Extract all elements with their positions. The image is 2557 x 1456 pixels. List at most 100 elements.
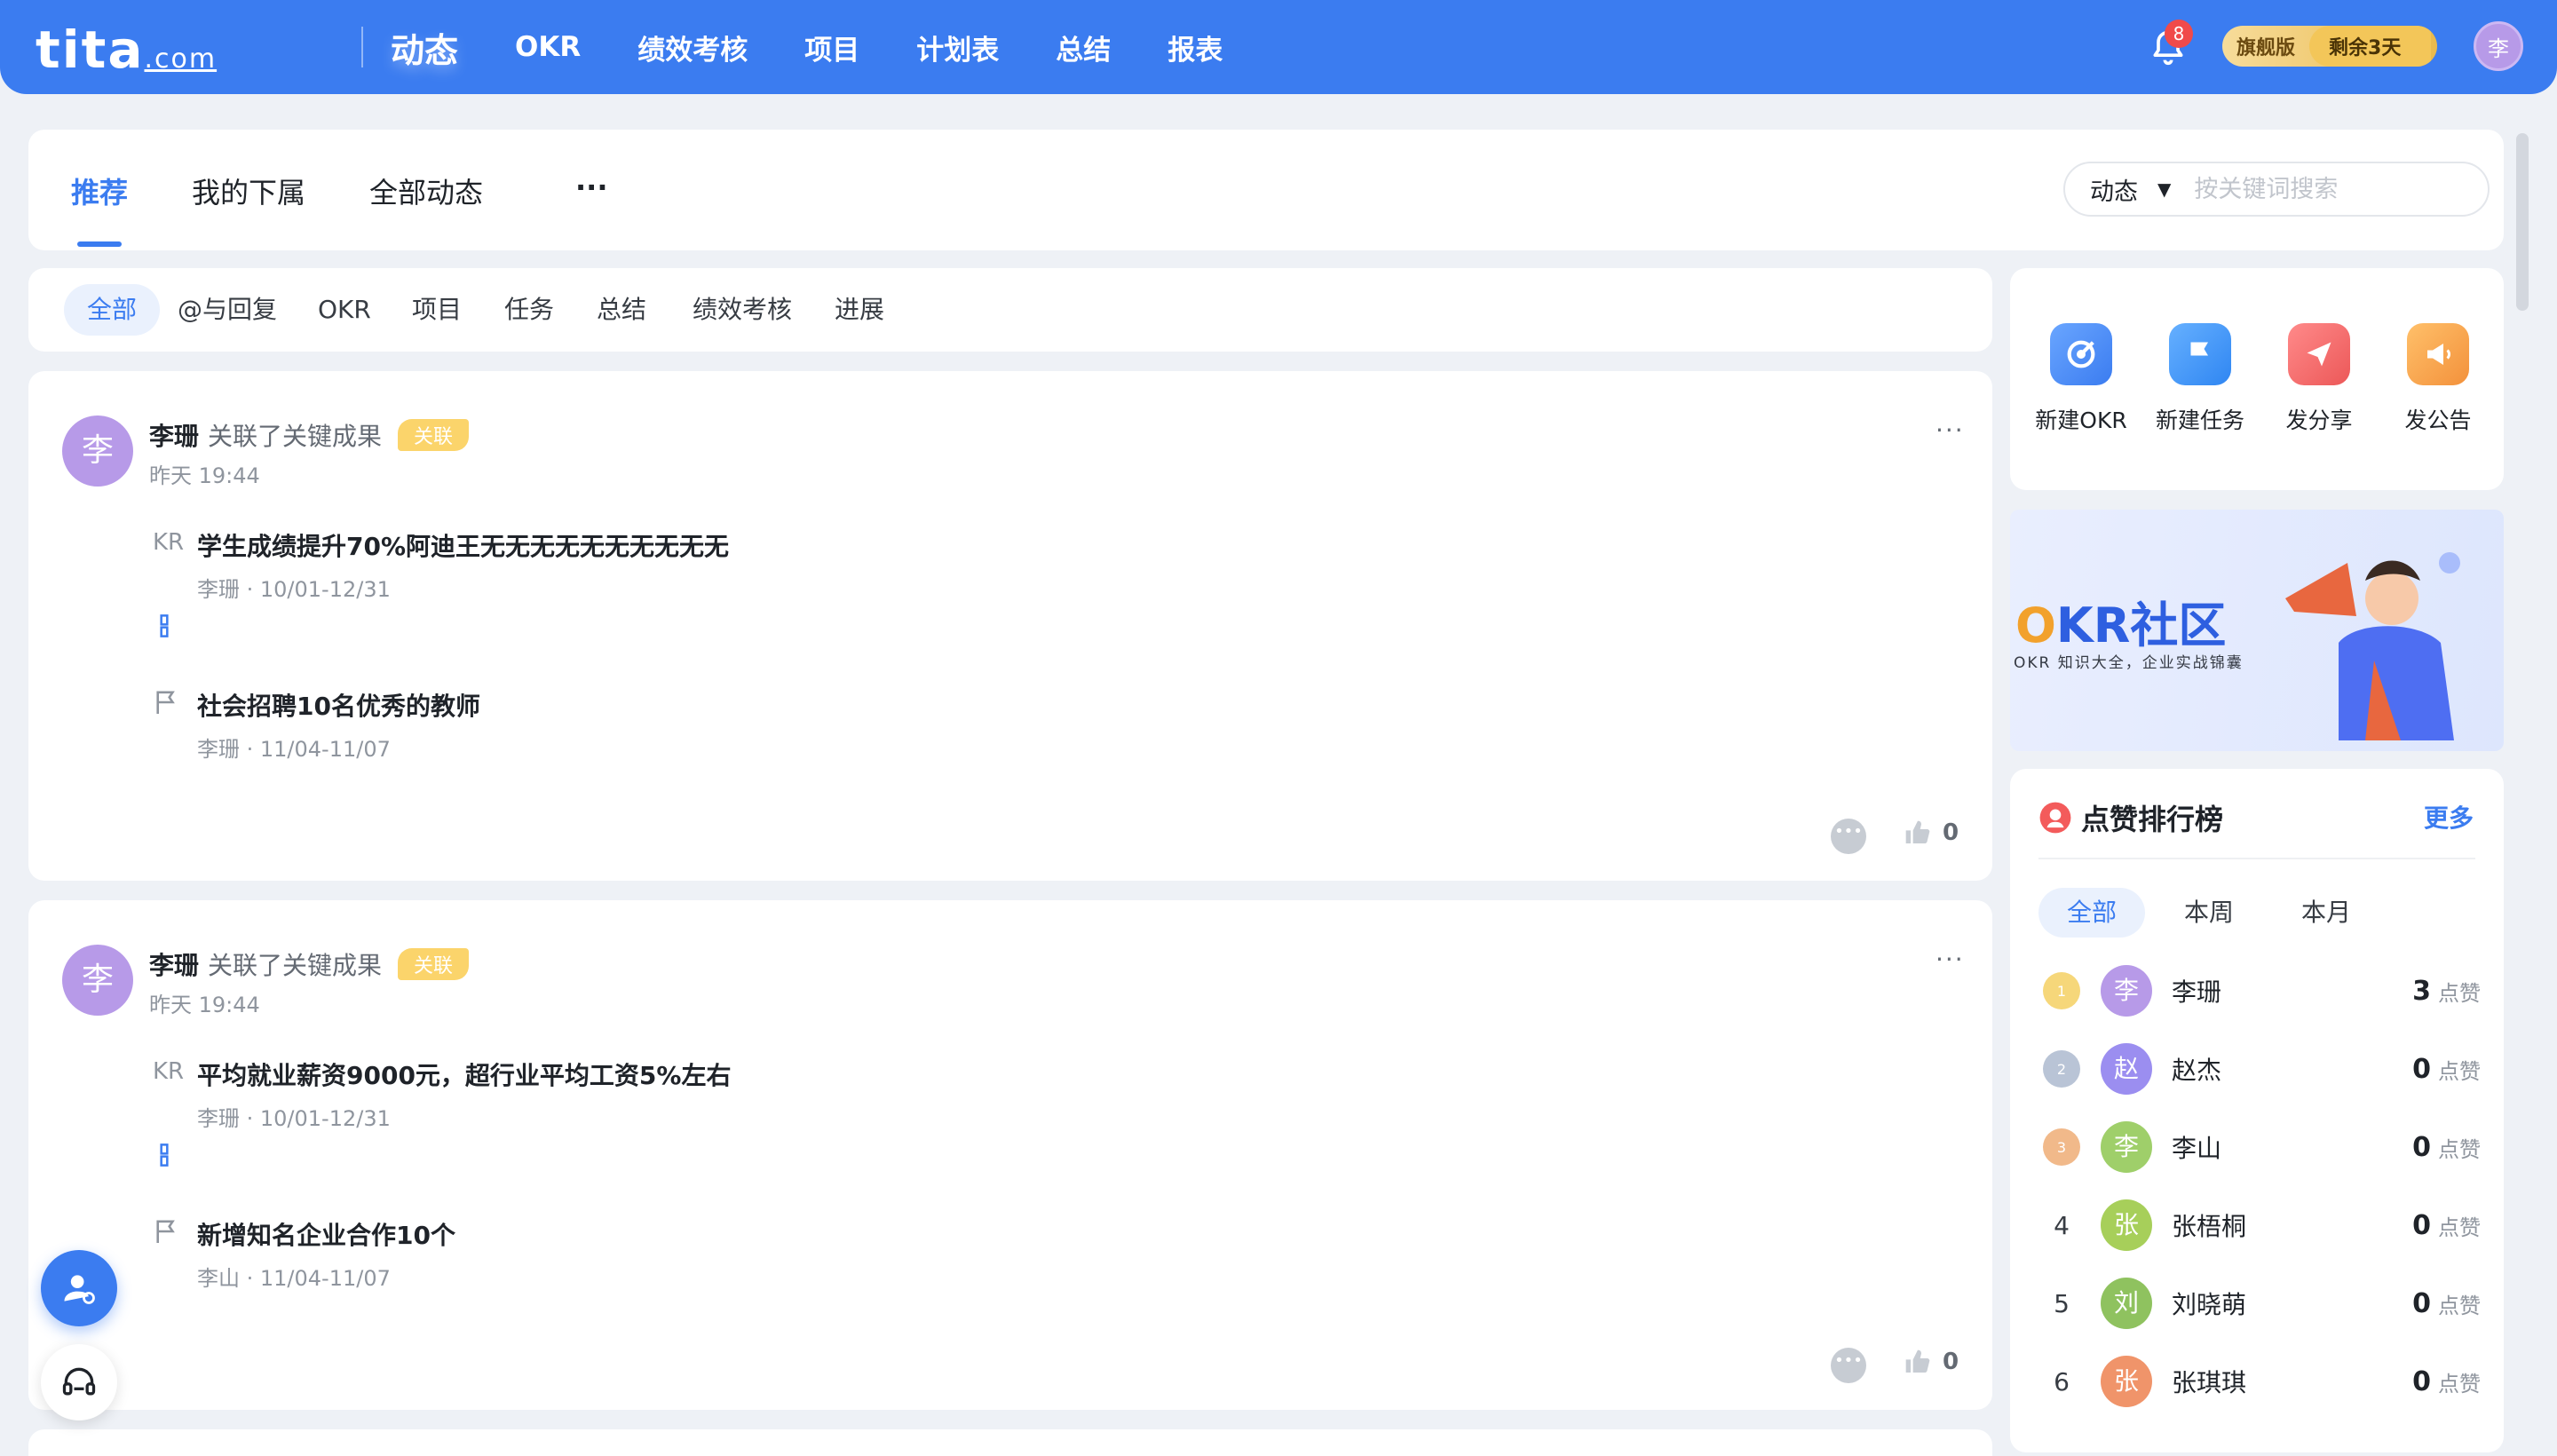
nav-item-summary[interactable]: 总结 xyxy=(1056,28,1111,67)
search-type-select[interactable]: 动态 xyxy=(2090,172,2138,207)
thumbs-up-icon xyxy=(1905,1349,1930,1373)
user-avatar[interactable]: 李 xyxy=(2474,21,2523,71)
feed-card: 李 李珊 关联了关键成果 关联 昨天 19:44 ··· KR 学生成绩提升70… xyxy=(28,371,1992,881)
ranking-name: 李珊 xyxy=(2172,977,2222,1007)
support-float-button[interactable] xyxy=(41,1344,117,1420)
ranking-name: 张梧桐 xyxy=(2172,1212,2247,1241)
filter-performance[interactable]: 绩效考核 xyxy=(669,284,815,336)
nav-item-performance[interactable]: 绩效考核 xyxy=(637,28,748,67)
main-nav: 动态 OKR 绩效考核 项目 计划表 总结 报表 xyxy=(391,0,1223,94)
task-title[interactable]: 社会招聘10名优秀的教师 xyxy=(197,687,480,723)
comment-icon[interactable]: ••• xyxy=(1831,1348,1866,1383)
ranking-tab-week[interactable]: 本周 xyxy=(2156,888,2262,938)
kr-title[interactable]: 学生成绩提升70%阿迪王无无无无无无无无无无 xyxy=(197,527,729,563)
tita-logo[interactable]: tita.com xyxy=(36,20,217,80)
quick-actions-panel: 新建OKR 新建任务 发分享 发公告 xyxy=(2010,268,2504,490)
feed-user-name[interactable]: 李珊 xyxy=(149,946,199,982)
okr-community-banner[interactable]: OKR社区 OKR 知识大全，企业实战锦囊 xyxy=(2010,510,2504,751)
ranking-name: 张琪琪 xyxy=(2172,1368,2247,1397)
target-icon xyxy=(2050,323,2112,385)
nav-item-okr[interactable]: OKR xyxy=(515,31,581,63)
nav-item-projects[interactable]: 项目 xyxy=(804,28,859,67)
card-more-button[interactable]: ··· xyxy=(1936,415,1965,445)
ranking-name: 刘晓萌 xyxy=(2172,1290,2247,1319)
avatar: 赵 xyxy=(2101,1043,2152,1095)
page-scrollbar[interactable] xyxy=(2516,133,2529,311)
task-title[interactable]: 新增知名企业合作10个 xyxy=(197,1216,455,1252)
avatar: 刘 xyxy=(2101,1278,2152,1329)
filter-projects[interactable]: 项目 xyxy=(389,284,485,336)
ranking-name: 赵杰 xyxy=(2172,1056,2222,1085)
kr-meta: 李珊 · 10/01-12/31 xyxy=(197,577,391,602)
ranking-count: 0 xyxy=(2412,1287,2431,1319)
user-icon xyxy=(64,1275,95,1304)
new-okr-button[interactable]: 新建OKR xyxy=(2028,323,2134,435)
filter-mentions[interactable]: @与回复 xyxy=(154,284,300,336)
feed-card: 李 李珊 关联了关键成果 关联 昨天 19:44 ··· KR 平均就业薪资90… xyxy=(28,900,1992,1410)
quick-action-label: 新建任务 xyxy=(2155,408,2244,433)
filter-summary[interactable]: 总结 xyxy=(574,284,669,336)
like-button[interactable]: 0 xyxy=(1904,1348,1959,1376)
ranking-row[interactable]: 1 李 李珊 3 点赞 xyxy=(2037,964,2481,1017)
feed-time: 昨天 19:44 xyxy=(149,463,260,488)
plan-badge[interactable]: 旗舰版 剩余3天 xyxy=(2222,26,2437,67)
link-icon xyxy=(160,1143,169,1167)
like-count: 0 xyxy=(1943,1349,1959,1375)
filter-progress[interactable]: 进展 xyxy=(811,284,907,336)
quick-action-label: 新建OKR xyxy=(2035,408,2127,433)
ranking-count: 3 xyxy=(2412,975,2431,1007)
nav-item-reports[interactable]: 报表 xyxy=(1168,28,1223,67)
likes-ranking-panel: 点赞排行榜 更多 全部 本周 本月 1 李 李珊 3 点赞 2 赵 赵杰 0 点… xyxy=(2010,769,2504,1452)
ranking-more-link[interactable]: 更多 xyxy=(2424,799,2474,835)
ranking-row[interactable]: 3 李 李山 0 点赞 xyxy=(2037,1120,2481,1174)
ranking-row[interactable]: 4 张 张梧桐 0 点赞 xyxy=(2037,1199,2481,1252)
task-meta: 李山 · 11/04-11/07 xyxy=(197,1266,391,1291)
megaphone-illustration xyxy=(2285,552,2460,740)
share-button[interactable]: 发分享 xyxy=(2266,323,2372,435)
gold-medal-icon: 1 xyxy=(2043,972,2080,1009)
contact-float-button[interactable] xyxy=(41,1250,117,1326)
nav-item-feed[interactable]: 动态 xyxy=(391,23,458,72)
ranking-unit: 点赞 xyxy=(2438,1215,2481,1240)
filter-all[interactable]: 全部 xyxy=(64,284,161,336)
avatar[interactable]: 李 xyxy=(62,945,133,1016)
tab-more-button[interactable]: ··· xyxy=(575,170,607,204)
tab-my-subordinates[interactable]: 我的下属 xyxy=(192,170,305,211)
task-meta: 李珊 · 11/04-11/07 xyxy=(197,737,391,762)
like-button[interactable]: 0 xyxy=(1904,819,1959,847)
card-more-button[interactable]: ··· xyxy=(1936,945,1965,974)
banner-title: OKR社区 xyxy=(2015,597,2227,653)
link-tag: 关联 xyxy=(398,419,470,451)
ranking-tab-month[interactable]: 本月 xyxy=(2273,888,2379,938)
kr-title[interactable]: 平均就业薪资9000元，超行业平均工资5%左右 xyxy=(197,1056,731,1092)
nav-item-plans[interactable]: 计划表 xyxy=(916,28,999,67)
avatar[interactable]: 李 xyxy=(62,415,133,487)
caret-down-icon[interactable]: ▼ xyxy=(2157,178,2171,200)
tab-all-feeds[interactable]: 全部动态 xyxy=(369,170,483,211)
ranking-count: 0 xyxy=(2412,1209,2431,1241)
feed-time: 昨天 19:44 xyxy=(149,993,260,1017)
tab-recommended[interactable]: 推荐 xyxy=(71,170,128,211)
ranking-tab-all[interactable]: 全部 xyxy=(2038,888,2146,938)
search-input[interactable] xyxy=(2194,175,2461,203)
ranking-count: 0 xyxy=(2412,1131,2431,1163)
announcement-button[interactable]: 发公告 xyxy=(2385,323,2491,435)
ranking-number: 5 xyxy=(2054,1288,2070,1318)
filter-tasks[interactable]: 任务 xyxy=(481,284,577,336)
feed-user-name[interactable]: 李珊 xyxy=(149,417,199,453)
silver-medal-icon: 2 xyxy=(2043,1050,2080,1088)
card-header: 李珊 关联了关键成果 关联 xyxy=(149,417,470,453)
feed-action: 关联了关键成果 xyxy=(208,422,383,451)
ranking-row[interactable]: 2 赵 赵杰 0 点赞 xyxy=(2037,1042,2481,1096)
ranking-icon xyxy=(2039,802,2071,834)
search-box: 动态 ▼ xyxy=(2063,162,2490,217)
ranking-row[interactable]: 5 刘 刘晓萌 0 点赞 xyxy=(2037,1277,2481,1330)
notification-badge: 8 xyxy=(2165,20,2193,48)
comment-icon[interactable]: ••• xyxy=(1831,819,1866,854)
ranking-count: 0 xyxy=(2412,1053,2431,1085)
plan-name: 旗舰版 xyxy=(2236,37,2296,59)
ranking-row[interactable]: 6 张 张琪琪 0 点赞 xyxy=(2037,1355,2481,1408)
nav-divider xyxy=(361,27,363,67)
new-task-button[interactable]: 新建任务 xyxy=(2147,323,2253,435)
filter-okr[interactable]: OKR xyxy=(295,284,394,336)
